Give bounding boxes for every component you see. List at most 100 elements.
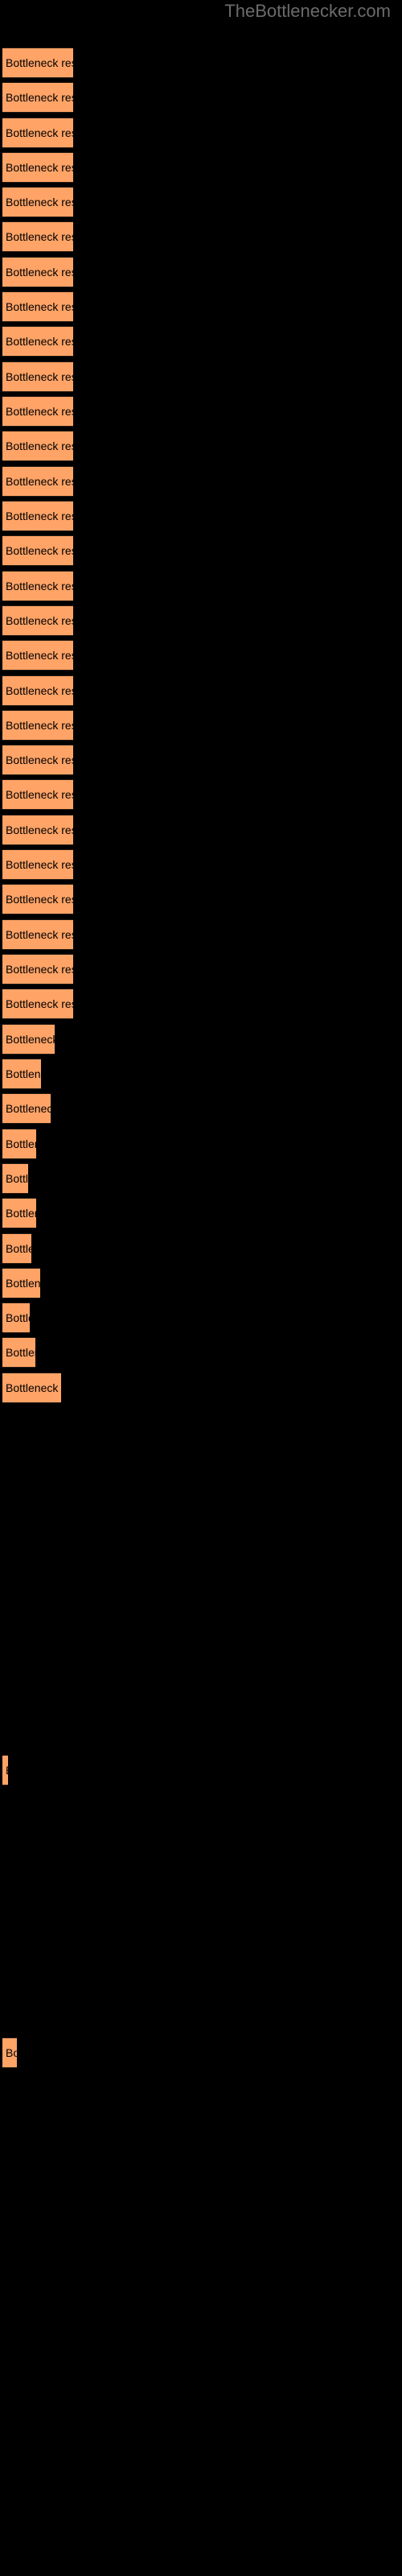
bar-label: Bottleneck result bbox=[6, 1277, 40, 1290]
bar-label: Bottleneck result bbox=[6, 1242, 31, 1255]
bar-label: Bottleneck result bbox=[6, 649, 73, 662]
bar-21[interactable]: Bottleneck result bbox=[2, 745, 73, 775]
bar-24[interactable]: Bottleneck result bbox=[2, 849, 73, 880]
bar-label: Bottleneck result bbox=[6, 1764, 8, 1777]
bar-row: Bottleneck result bbox=[0, 291, 402, 322]
bar-row: Bottleneck result bbox=[0, 535, 402, 566]
bar-label: Bottleneck result bbox=[6, 405, 73, 418]
chart-canvas: TheBottlenecker.com Bottleneck resultBot… bbox=[0, 0, 402, 2576]
bar-row: Bottleneck result bbox=[0, 326, 402, 357]
bar-label: Bottleneck result bbox=[6, 893, 73, 906]
bar-label: Bottleneck result bbox=[6, 56, 73, 69]
bar-label: Bottleneck result bbox=[6, 440, 73, 452]
bar-chart-plot-area: Bottleneck result Bottleneck result Bottle… bbox=[0, 0, 402, 2576]
bar-17[interactable]: Bottleneck result bbox=[2, 605, 73, 636]
bar-19[interactable]: Bottleneck result bbox=[2, 675, 73, 706]
bar-27[interactable]: Bottleneck result bbox=[2, 954, 73, 985]
bar-row: Bottleneck result bbox=[0, 152, 402, 183]
bar-label: Bottleneck result bbox=[6, 300, 73, 313]
bar-label: Bottleneck result bbox=[6, 475, 73, 488]
bar-label: Bottleneck result bbox=[6, 963, 73, 976]
bar-row: Bottleneck result bbox=[0, 815, 402, 845]
bar-label: Bottleneck result bbox=[6, 1381, 61, 1394]
bar-label: Bottleneck result bbox=[6, 1346, 35, 1359]
bar-label: Bottleneck result bbox=[6, 824, 73, 836]
bar-label: Bottleneck result bbox=[6, 335, 73, 348]
bar-16[interactable]: Bottleneck result bbox=[2, 571, 73, 601]
bar-row: Bottleneck result bbox=[0, 1129, 402, 1159]
bar-10[interactable]: Bottleneck result bbox=[2, 361, 73, 392]
bar-label: Bottleneck result bbox=[6, 1172, 28, 1185]
bar-label: Bottleneck result bbox=[6, 196, 73, 208]
bar-9[interactable]: Bottleneck result bbox=[2, 326, 73, 357]
bar-row: Bottleneck result bbox=[0, 710, 402, 741]
bar-40[interactable]: Bottleneck result bbox=[2, 1755, 8, 1785]
bar-3[interactable]: Bottleneck result bbox=[2, 118, 73, 148]
bar-38[interactable]: Bottleneck result bbox=[2, 1337, 35, 1368]
bar-15[interactable]: Bottleneck result bbox=[2, 535, 73, 566]
bar-20[interactable]: Bottleneck result bbox=[2, 710, 73, 741]
bar-label: Bottleneck result bbox=[6, 1067, 41, 1080]
bar-row: Bottleneck result bbox=[0, 2037, 402, 2068]
bar-30[interactable]: Bottleneck result bbox=[2, 1059, 41, 1089]
bar-row: Bottleneck result bbox=[0, 1337, 402, 1368]
bar-28[interactable]: Bottleneck result bbox=[2, 989, 73, 1019]
bar-7[interactable]: Bottleneck result bbox=[2, 257, 73, 287]
bar-29[interactable]: Bottleneck result bbox=[2, 1024, 55, 1055]
bar-row: Bottleneck result bbox=[0, 361, 402, 392]
bar-32[interactable]: Bottleneck result bbox=[2, 1129, 36, 1159]
bar-25[interactable]: Bottleneck result bbox=[2, 884, 73, 914]
bar-row: Bottleneck result bbox=[0, 745, 402, 775]
bar-1[interactable]: Bottleneck result bbox=[2, 47, 73, 78]
bar-row: Bottleneck result bbox=[0, 1268, 402, 1298]
bar-26[interactable]: Bottleneck result bbox=[2, 919, 73, 950]
bar-row: Bottleneck result bbox=[0, 466, 402, 497]
bar-row: Bottleneck result bbox=[0, 1198, 402, 1228]
bar-22[interactable]: Bottleneck result bbox=[2, 779, 73, 810]
bar-label: Bottleneck result bbox=[6, 858, 73, 871]
bar-6[interactable]: Bottleneck result bbox=[2, 221, 73, 252]
bar-31[interactable]: Bottleneck result bbox=[2, 1093, 51, 1124]
bar-label: Bottleneck result bbox=[6, 544, 73, 557]
bar-41[interactable]: Bottleneck result bbox=[2, 2037, 17, 2068]
bar-label: Bottleneck result bbox=[6, 614, 73, 627]
bar-18[interactable]: Bottleneck result bbox=[2, 640, 73, 671]
bar-11[interactable]: Bottleneck result bbox=[2, 396, 73, 427]
bar-23[interactable]: Bottleneck result bbox=[2, 815, 73, 845]
bar-row: Bottleneck result bbox=[0, 1755, 402, 1785]
bar-33[interactable]: Bottleneck result bbox=[2, 1163, 28, 1194]
bar-row: Bottleneck result bbox=[0, 849, 402, 880]
bar-12[interactable]: Bottleneck result bbox=[2, 431, 73, 461]
bar-35[interactable]: Bottleneck result bbox=[2, 1233, 31, 1264]
bar-row: Bottleneck result bbox=[0, 1233, 402, 1264]
bar-5[interactable]: Bottleneck result bbox=[2, 187, 73, 217]
bar-row: Bottleneck result bbox=[0, 221, 402, 252]
bar-label: Bottleneck result bbox=[6, 1207, 36, 1220]
bar-39[interactable]: Bottleneck result bbox=[2, 1373, 61, 1403]
bar-row: Bottleneck result bbox=[0, 1059, 402, 1089]
bar-row: Bottleneck result bbox=[0, 396, 402, 427]
bar-row: Bottleneck result bbox=[0, 675, 402, 706]
bar-row: Bottleneck result bbox=[0, 1373, 402, 1403]
bar-row: Bottleneck result bbox=[0, 1024, 402, 1055]
bar-row: Bottleneck result bbox=[0, 954, 402, 985]
bar-label: Bottleneck result bbox=[6, 2046, 17, 2059]
bar-label: Bottleneck result bbox=[6, 1311, 30, 1324]
bar-13[interactable]: Bottleneck result bbox=[2, 466, 73, 497]
bar-14[interactable]: Bottleneck result bbox=[2, 501, 73, 531]
bar-37[interactable]: Bottleneck result bbox=[2, 1302, 30, 1333]
bar-label: Bottleneck result bbox=[6, 788, 73, 801]
bar-36[interactable]: Bottleneck result bbox=[2, 1268, 40, 1298]
bar-label: Bottleneck result bbox=[6, 161, 73, 174]
bar-34[interactable]: Bottleneck result bbox=[2, 1198, 36, 1228]
bar-2[interactable]: Bottleneck result bbox=[2, 82, 73, 113]
bar-row: Bottleneck result bbox=[0, 605, 402, 636]
bar-row: Bottleneck result bbox=[0, 571, 402, 601]
bar-4[interactable]: Bottleneck result bbox=[2, 152, 73, 183]
bar-row: Bottleneck result bbox=[0, 47, 402, 78]
bar-label: Bottleneck result bbox=[6, 928, 73, 941]
bar-row: Bottleneck result bbox=[0, 501, 402, 531]
bar-label: Bottleneck result bbox=[6, 510, 73, 522]
bar-8[interactable]: Bottleneck result bbox=[2, 291, 73, 322]
bar-row: Bottleneck result bbox=[0, 640, 402, 671]
